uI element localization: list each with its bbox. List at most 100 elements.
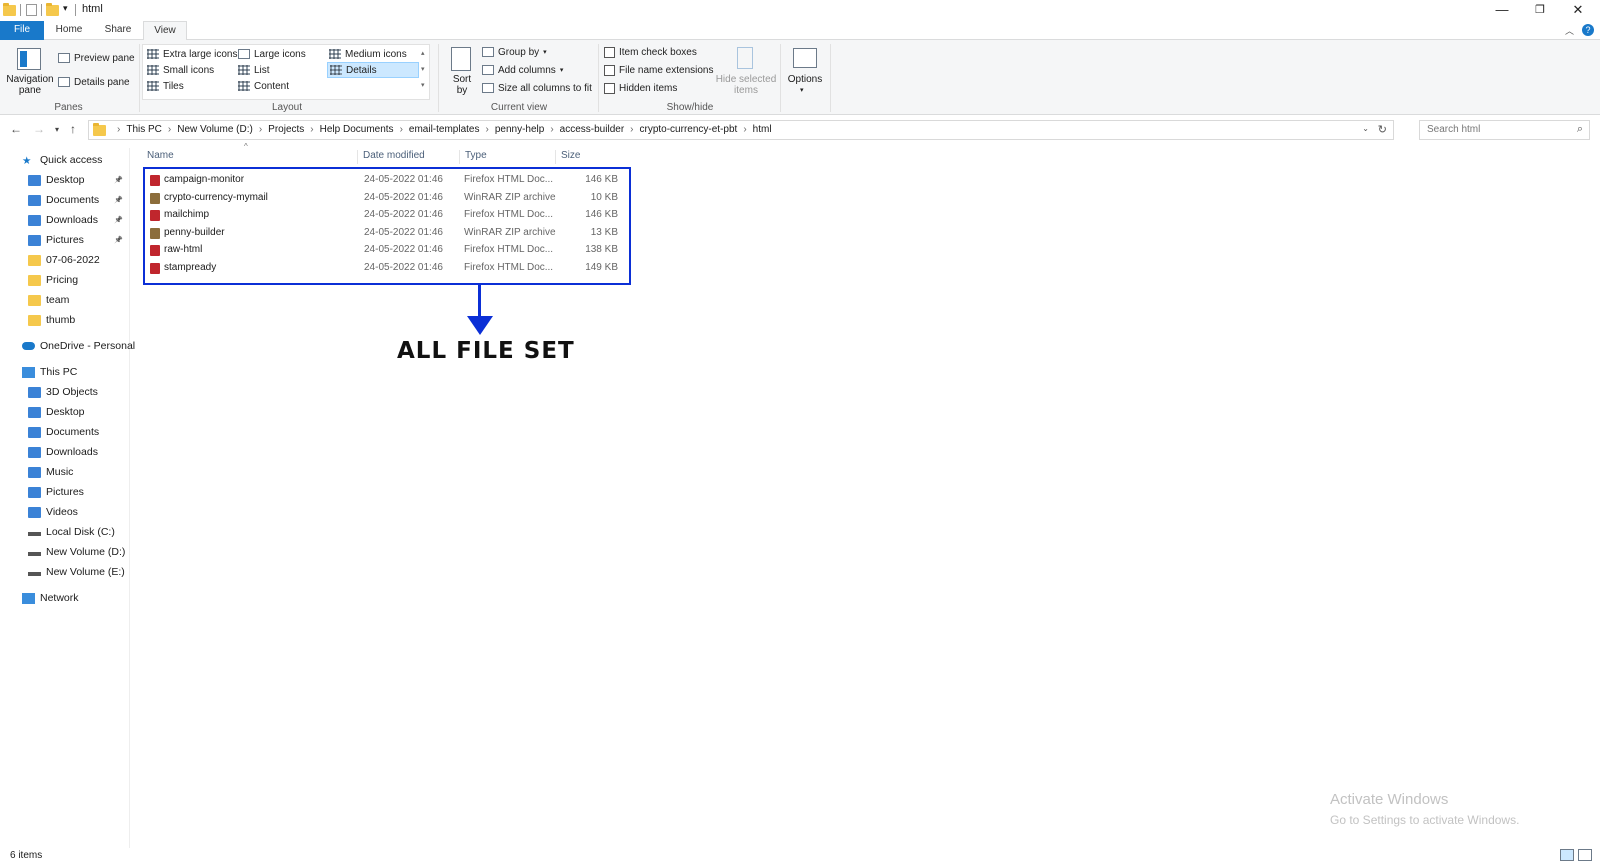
layout-content[interactable]: Content (238, 79, 289, 93)
layout-large-icons[interactable]: Large icons (238, 47, 306, 61)
nav-onedrive[interactable]: OneDrive - Personal (0, 336, 135, 356)
tab-share[interactable]: Share (95, 21, 141, 40)
details-pane-button[interactable]: Details pane (58, 75, 130, 89)
customize-quick-access-icon[interactable]: ▾ (63, 3, 68, 14)
nav-item-local-disk-c-[interactable]: Local Disk (C:) (0, 522, 129, 542)
breadcrumb-separator-icon[interactable]: › (310, 124, 313, 135)
add-columns-button[interactable]: Add columns ▾ (482, 63, 563, 77)
column-header-type[interactable]: Type (462, 150, 556, 164)
refresh-icon[interactable]: ↻ (1378, 123, 1387, 136)
breadcrumb-item[interactable]: html (753, 124, 772, 135)
breadcrumb-separator-icon[interactable]: › (486, 124, 489, 135)
forward-icon[interactable]: → (33, 122, 45, 136)
close-button[interactable]: ✕ (1560, 0, 1596, 21)
breadcrumb-item[interactable]: access-builder (560, 124, 624, 135)
size-columns-button[interactable]: Size all columns to fit (482, 81, 592, 95)
column-header-name[interactable]: Name (144, 150, 358, 164)
breadcrumb-item[interactable]: Help Documents (320, 124, 394, 135)
nav-item-desktop[interactable]: Desktop (0, 402, 129, 422)
layout-extra-large-icons[interactable]: Extra large icons (147, 47, 237, 61)
breadcrumb-item[interactable]: crypto-currency-et-pbt (640, 124, 738, 135)
ribbon-tabs: File Home Share View ︿ ? (0, 21, 1600, 41)
preview-pane-button[interactable]: Preview pane (58, 51, 135, 65)
layout-list[interactable]: List (238, 63, 270, 77)
nav-item-downloads[interactable]: Downloads (0, 442, 129, 462)
folder-icon (28, 294, 41, 306)
nav-item-downloads[interactable]: Downloads 📌 (0, 210, 129, 230)
layout-small-icons[interactable]: Small icons (147, 63, 214, 77)
help-icon[interactable]: ? (1582, 24, 1594, 36)
layout-details[interactable]: Details (327, 62, 419, 78)
breadcrumb-item[interactable]: penny-help (495, 124, 544, 135)
nav-item-pictures[interactable]: Pictures (0, 482, 129, 502)
tab-home[interactable]: Home (47, 21, 91, 40)
nav-quick-access[interactable]: ★ Quick access (0, 150, 129, 170)
search-input[interactable]: Search html ⌕ (1419, 120, 1590, 140)
gallery-scroll-icon[interactable]: ▴ ▾ ▾ (421, 46, 425, 94)
nav-item-documents[interactable]: Documents (0, 422, 129, 442)
new-folder-icon[interactable] (46, 3, 59, 16)
layout-medium-icons[interactable]: Medium icons (329, 47, 407, 61)
address-dropdown-icon[interactable]: ⌄ (1362, 124, 1369, 133)
maximize-button[interactable]: ❐ (1522, 0, 1558, 21)
large-icons-view-icon[interactable] (1578, 849, 1592, 861)
pin-icon: 📌 (114, 217, 123, 224)
properties-icon[interactable] (26, 4, 37, 16)
sort-by-button[interactable]: Sort by (448, 74, 476, 96)
nav-item-team[interactable]: team (0, 290, 129, 310)
breadcrumb-separator-icon[interactable]: › (550, 124, 553, 135)
hidden-items-toggle[interactable]: Hidden items (604, 81, 677, 95)
nav-item-pricing[interactable]: Pricing (0, 270, 129, 290)
column-header-date[interactable]: Date modified (360, 150, 460, 164)
details-view-icon[interactable] (1560, 849, 1574, 861)
nav-item-3d-objects[interactable]: 3D Objects (0, 382, 129, 402)
address-field[interactable]: › This PC › New Volume (D:) › Projects › Help D… (88, 120, 1394, 140)
library-icon (28, 386, 41, 398)
options-button[interactable]: Options (784, 74, 826, 85)
layout-tiles[interactable]: Tiles (147, 79, 184, 93)
checkbox[interactable] (604, 46, 615, 58)
column-header-size[interactable]: Size (558, 150, 624, 164)
tab-view[interactable]: View (143, 21, 187, 41)
nav-item-new-volume-e-[interactable]: New Volume (E:) (0, 562, 129, 582)
checkbox[interactable] (604, 64, 615, 76)
breadcrumb-item[interactable]: New Volume (D:) (177, 124, 253, 135)
up-icon[interactable]: ↑ (70, 122, 76, 136)
minimize-ribbon-icon[interactable]: ︿ (1565, 24, 1574, 37)
checkbox[interactable] (604, 82, 615, 94)
nav-item-videos[interactable]: Videos (0, 502, 129, 522)
tab-file[interactable]: File (0, 21, 44, 40)
breadcrumb-separator-icon[interactable]: › (168, 124, 171, 135)
breadcrumb-separator-icon[interactable]: › (743, 124, 746, 135)
breadcrumb-separator-icon[interactable]: › (400, 124, 403, 135)
navigation-pane-button[interactable]: Navigation pane (4, 74, 56, 96)
breadcrumb-item[interactable]: Projects (268, 124, 304, 135)
nav-item-documents[interactable]: Documents 📌 (0, 190, 129, 210)
breadcrumb-separator-icon[interactable]: › (259, 124, 262, 135)
drive-icon (28, 552, 41, 556)
search-icon[interactable]: ⌕ (1577, 123, 1583, 136)
hide-selected-items-button[interactable]: Hide selected items (715, 74, 777, 96)
breadcrumb-separator-icon[interactable]: › (117, 124, 120, 135)
item-check-boxes-toggle[interactable]: Item check boxes (604, 45, 697, 59)
breadcrumb-item[interactable]: email-templates (409, 124, 480, 135)
chevron-down-icon: ▾ (543, 49, 547, 56)
nav-item-thumb[interactable]: thumb (0, 310, 129, 330)
nav-this-pc[interactable]: This PC (0, 362, 129, 382)
nav-label: team (46, 294, 70, 306)
breadcrumb-item[interactable]: This PC (126, 124, 162, 135)
recent-locations-icon[interactable]: ▾ (55, 125, 59, 134)
nav-item-07-06-2022[interactable]: 07-06-2022 (0, 250, 129, 270)
nav-label: Network (40, 592, 79, 604)
nav-item-desktop[interactable]: Desktop 📌 (0, 170, 129, 190)
breadcrumb-separator-icon[interactable]: › (630, 124, 633, 135)
add-columns-icon (482, 65, 494, 75)
minimize-button[interactable]: — (1484, 0, 1520, 21)
group-by-button[interactable]: Group by ▾ (482, 45, 547, 59)
nav-network[interactable]: Network (0, 588, 129, 608)
nav-item-new-volume-d-[interactable]: New Volume (D:) (0, 542, 129, 562)
back-icon[interactable]: ← (10, 122, 22, 136)
nav-item-music[interactable]: Music (0, 462, 129, 482)
file-name-extensions-toggle[interactable]: File name extensions (604, 63, 714, 77)
nav-item-pictures[interactable]: Pictures 📌 (0, 230, 129, 250)
